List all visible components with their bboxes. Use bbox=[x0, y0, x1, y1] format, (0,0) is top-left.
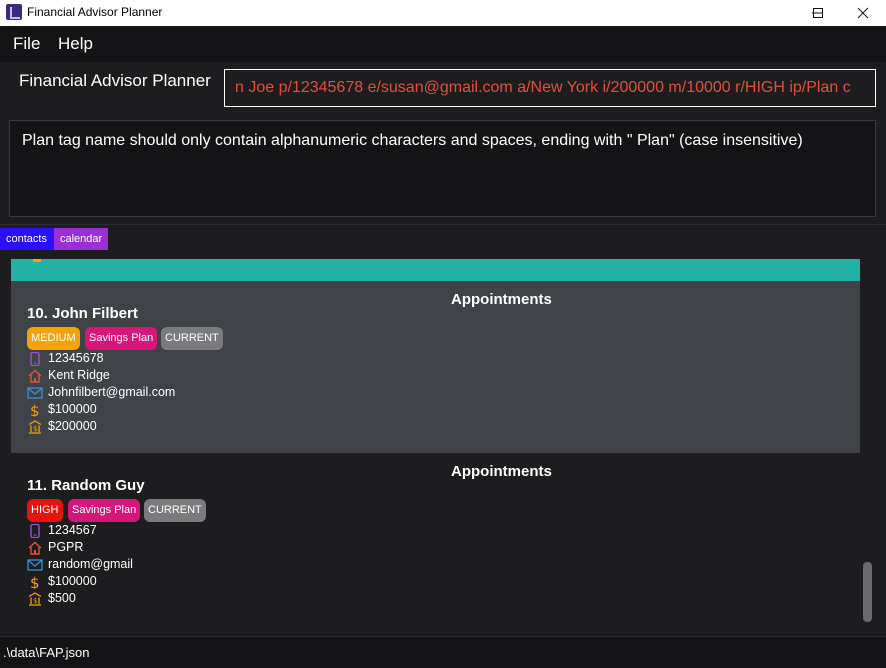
phone-value: 1234567 bbox=[48, 523, 97, 537]
result-display: Plan tag name should only contain alphan… bbox=[9, 120, 876, 217]
app-logo-icon bbox=[6, 4, 22, 20]
plan-tag: Savings Plan bbox=[85, 327, 158, 350]
scrollbar-thumb[interactable] bbox=[863, 562, 872, 622]
person-list[interactable]: Appointments 10. John Filbert MEDIUM Sav… bbox=[11, 259, 875, 626]
tab-strip: contacts calendar bbox=[0, 224, 886, 250]
monthly-value: $200000 bbox=[48, 419, 97, 433]
previous-card-tail bbox=[11, 259, 860, 281]
command-box[interactable]: n Joe p/12345678 e/susan@gmail.com a/New… bbox=[224, 69, 876, 107]
svg-text:$: $ bbox=[33, 425, 37, 433]
appointments-label: Appointments bbox=[451, 291, 552, 308]
maximize-button[interactable] bbox=[795, 0, 841, 26]
svg-text:$: $ bbox=[33, 597, 37, 605]
result-message: Plan tag name should only contain alphan… bbox=[22, 132, 803, 149]
plan-tag: Savings Plan bbox=[68, 499, 141, 522]
close-icon bbox=[857, 7, 869, 19]
risk-tag: HIGH bbox=[27, 499, 63, 522]
tag-peek bbox=[33, 259, 41, 262]
phone-value: 12345678 bbox=[48, 351, 104, 365]
menu-bar: File Help bbox=[0, 26, 886, 62]
person-card[interactable]: Appointments 10. John Filbert MEDIUM Sav… bbox=[11, 281, 860, 453]
risk-tag: MEDIUM bbox=[27, 327, 80, 350]
client-tag: CURRENT bbox=[144, 499, 206, 522]
command-input[interactable]: n Joe p/12345678 e/susan@gmail.com a/New… bbox=[225, 70, 875, 106]
svg-text:$: $ bbox=[30, 575, 40, 589]
mail-icon bbox=[27, 387, 43, 399]
address-value: PGPR bbox=[48, 540, 84, 554]
dollar-icon: $ bbox=[30, 403, 40, 417]
menu-file[interactable]: File bbox=[13, 34, 40, 54]
command-row: Financial Advisor Planner n Joe p/123456… bbox=[0, 62, 886, 114]
phone-icon bbox=[30, 524, 40, 538]
mail-icon bbox=[27, 559, 43, 571]
tab-contacts[interactable]: contacts bbox=[0, 228, 54, 250]
app-heading: Financial Advisor Planner bbox=[19, 71, 211, 90]
home-icon bbox=[28, 369, 42, 383]
bank-icon: $ bbox=[28, 592, 42, 606]
email-value: random@gmail bbox=[48, 557, 133, 571]
menu-help[interactable]: Help bbox=[58, 34, 93, 54]
tab-calendar[interactable]: calendar bbox=[54, 228, 108, 250]
close-button[interactable] bbox=[840, 0, 886, 26]
home-icon bbox=[28, 541, 42, 555]
status-bar: .\data\FAP.json bbox=[0, 636, 886, 668]
client-tag: CURRENT bbox=[161, 327, 223, 350]
person-name: 11. Random Guy bbox=[27, 477, 145, 494]
income-value: $100000 bbox=[48, 574, 97, 588]
phone-icon bbox=[30, 352, 40, 366]
maximize-icon bbox=[813, 8, 823, 18]
svg-text:$: $ bbox=[30, 403, 40, 417]
email-value: Johnfilbert@gmail.com bbox=[48, 385, 176, 399]
person-card[interactable]: Appointments 11. Random Guy HIGH Savings… bbox=[11, 453, 860, 626]
window-title: Financial Advisor Planner bbox=[27, 5, 163, 19]
income-value: $100000 bbox=[48, 402, 97, 416]
address-value: Kent Ridge bbox=[48, 368, 110, 382]
data-file-path: .\data\FAP.json bbox=[3, 645, 90, 660]
monthly-value: $500 bbox=[48, 591, 76, 605]
list-scrollbar[interactable] bbox=[860, 259, 875, 626]
title-bar: Financial Advisor Planner bbox=[0, 0, 886, 26]
bank-icon: $ bbox=[28, 420, 42, 434]
appointments-label: Appointments bbox=[451, 463, 552, 480]
person-name: 10. John Filbert bbox=[27, 305, 138, 322]
dollar-icon: $ bbox=[30, 575, 40, 589]
